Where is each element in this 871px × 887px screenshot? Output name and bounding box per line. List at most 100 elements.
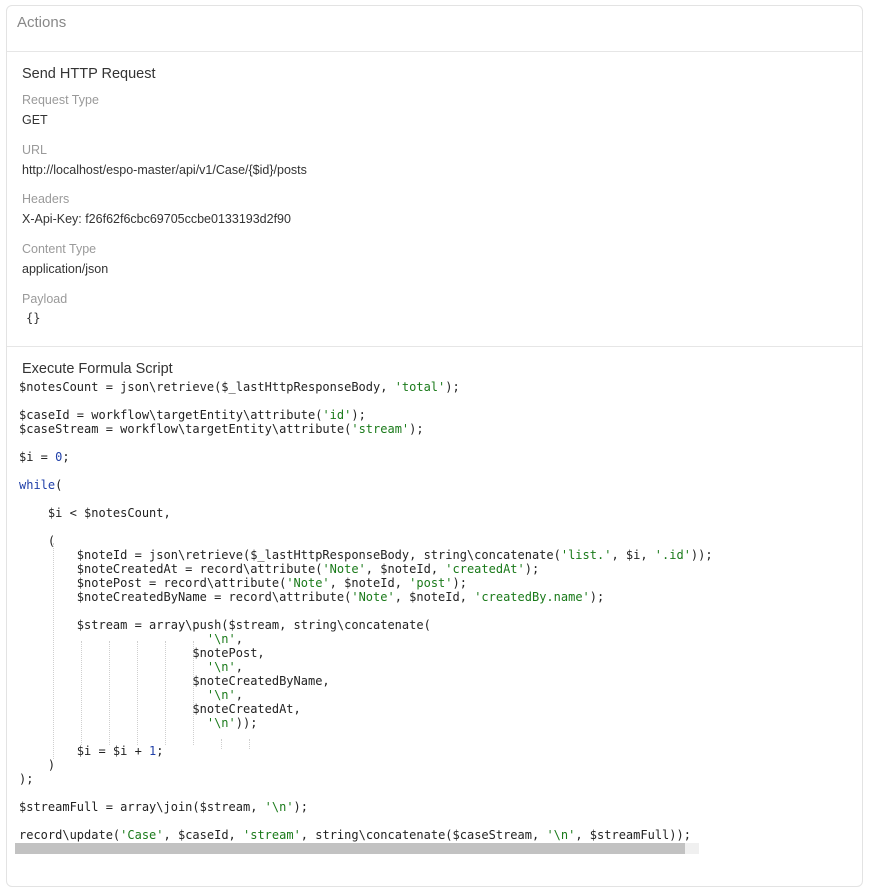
code-token: 'Case' (120, 828, 164, 842)
code-line: while( (19, 478, 62, 492)
code-token: 'Note' (286, 576, 330, 590)
code-token: $noteId = json\retrieve($_lastHttpRespon… (19, 548, 561, 562)
code-token: , $noteId, (329, 576, 410, 590)
code-line: '\n', (19, 688, 243, 702)
url-value: http://localhost/espo-master/api/v1/Case… (22, 163, 307, 177)
code-token: $notePost, (19, 646, 265, 660)
code-line: record\update('Case', $caseId, 'stream',… (19, 828, 691, 842)
code-token: $caseId = workflow\targetEntity\attribut… (19, 408, 323, 422)
code-token: $streamFull = array\join($stream, (19, 800, 265, 814)
code-token: $i = (19, 450, 56, 464)
code-line: ( (19, 534, 55, 548)
code-token: $notesCount = json\retrieve($_lastHttpRe… (19, 380, 395, 394)
code-token: $stream = array\push($stream, string\con… (19, 618, 431, 632)
code-token: ; (156, 744, 164, 758)
horizontal-scrollbar[interactable] (15, 843, 699, 854)
code-token: , $noteId, (365, 562, 446, 576)
code-line: $noteCreatedAt, (19, 702, 301, 716)
code-line: $stream = array\push($stream, string\con… (19, 618, 431, 632)
code-token: '\n' (264, 800, 294, 814)
headers-value: X-Api-Key: f26f62f6cbc69705ccbe0133193d2… (22, 212, 291, 226)
code-token: 'stream' (351, 422, 410, 436)
code-token: 'createdBy.name' (474, 590, 590, 604)
code-token: , (235, 632, 243, 646)
code-token: 'id' (322, 408, 352, 422)
code-token: '\n' (206, 688, 236, 702)
code-token: , $noteId, (394, 590, 475, 604)
code-token: 'Note' (351, 590, 395, 604)
payload-value: {} (26, 311, 41, 325)
code-token: ); (452, 576, 467, 590)
code-token: ; (62, 450, 70, 464)
code-token: $noteCreatedByName = record\attribute( (19, 590, 352, 604)
header-divider (7, 51, 862, 52)
code-line: $noteCreatedByName, (19, 674, 330, 688)
code-token: ) (19, 758, 56, 772)
code-token: , (235, 688, 243, 702)
code-line: '\n')); (19, 716, 258, 730)
code-token: $noteCreatedAt = record\attribute( (19, 562, 323, 576)
code-line: $i = $i + 1; (19, 744, 164, 758)
code-token: $caseStream = workflow\targetEntity\attr… (19, 422, 352, 436)
code-token: '\n' (206, 716, 236, 730)
code-token: $i = $i + (19, 744, 150, 758)
request-type-value: GET (22, 113, 48, 127)
code-line: ) (19, 758, 55, 772)
code-token: $noteCreatedAt, (19, 702, 301, 716)
code-token: ); (293, 800, 308, 814)
payload-label: Payload (22, 292, 68, 306)
code-token: 'list.' (560, 548, 612, 562)
code-token: )); (690, 548, 713, 562)
code-token: '\n' (206, 632, 236, 646)
code-token: while (19, 478, 56, 492)
code-line: ); (19, 772, 33, 786)
headers-label: Headers (22, 192, 70, 206)
code-token: ( (19, 534, 56, 548)
code-token: )); (235, 716, 258, 730)
code-line: $caseId = workflow\targetEntity\attribut… (19, 408, 366, 422)
send-http-request-title: Send HTTP Request (22, 66, 156, 82)
code-token: 'stream' (243, 828, 301, 842)
code-line: $caseStream = workflow\targetEntity\attr… (19, 422, 424, 436)
code-line: $notesCount = json\retrieve($_lastHttpRe… (19, 380, 460, 394)
url-label: URL (22, 143, 48, 157)
code-line: '\n', (19, 632, 243, 646)
panel-title: Actions (17, 14, 67, 31)
formula-code[interactable]: $notesCount = json\retrieve($_lastHttpRe… (19, 380, 713, 842)
code-line: $streamFull = array\join($stream, '\n'); (19, 800, 308, 814)
code-line: $i = 0; (19, 450, 70, 464)
code-token: ); (524, 562, 540, 576)
content-type-label: Content Type (22, 242, 97, 256)
code-token: '\n' (206, 660, 236, 674)
code-line: $noteId = json\retrieve($_lastHttpRespon… (19, 548, 713, 562)
code-token: ( (55, 478, 63, 492)
code-token: '.id' (654, 548, 691, 562)
code-token: $notePost = record\attribute( (19, 576, 287, 590)
code-line: '\n', (19, 660, 243, 674)
code-token: , string\concatenate($caseStream, (300, 828, 547, 842)
code-token: , (235, 660, 243, 674)
code-token: 'post' (409, 576, 453, 590)
action-divider (7, 346, 862, 347)
code-token: 'createdAt' (445, 562, 525, 576)
code-token: , $caseId, (163, 828, 243, 842)
scrollbar-thumb[interactable] (15, 843, 686, 854)
code-token: $noteCreatedByName, (19, 674, 330, 688)
code-token: '\n' (546, 828, 576, 842)
content-type-value: application/json (22, 262, 109, 276)
code-token: $i < $notesCount, (19, 506, 171, 520)
code-token: , $i, (611, 548, 655, 562)
code-line: $notePost = record\attribute('Note', $no… (19, 576, 467, 590)
request-type-label: Request Type (22, 93, 99, 107)
code-token: 'total' (394, 380, 446, 394)
code-token: ); (19, 772, 34, 786)
code-token: ); (589, 590, 605, 604)
code-token: ); (445, 380, 460, 394)
code-line: $noteCreatedAt = record\attribute('Note'… (19, 562, 539, 576)
code-line: $i < $notesCount, (19, 506, 171, 520)
code-line: $noteCreatedByName = record\attribute('N… (19, 590, 604, 604)
